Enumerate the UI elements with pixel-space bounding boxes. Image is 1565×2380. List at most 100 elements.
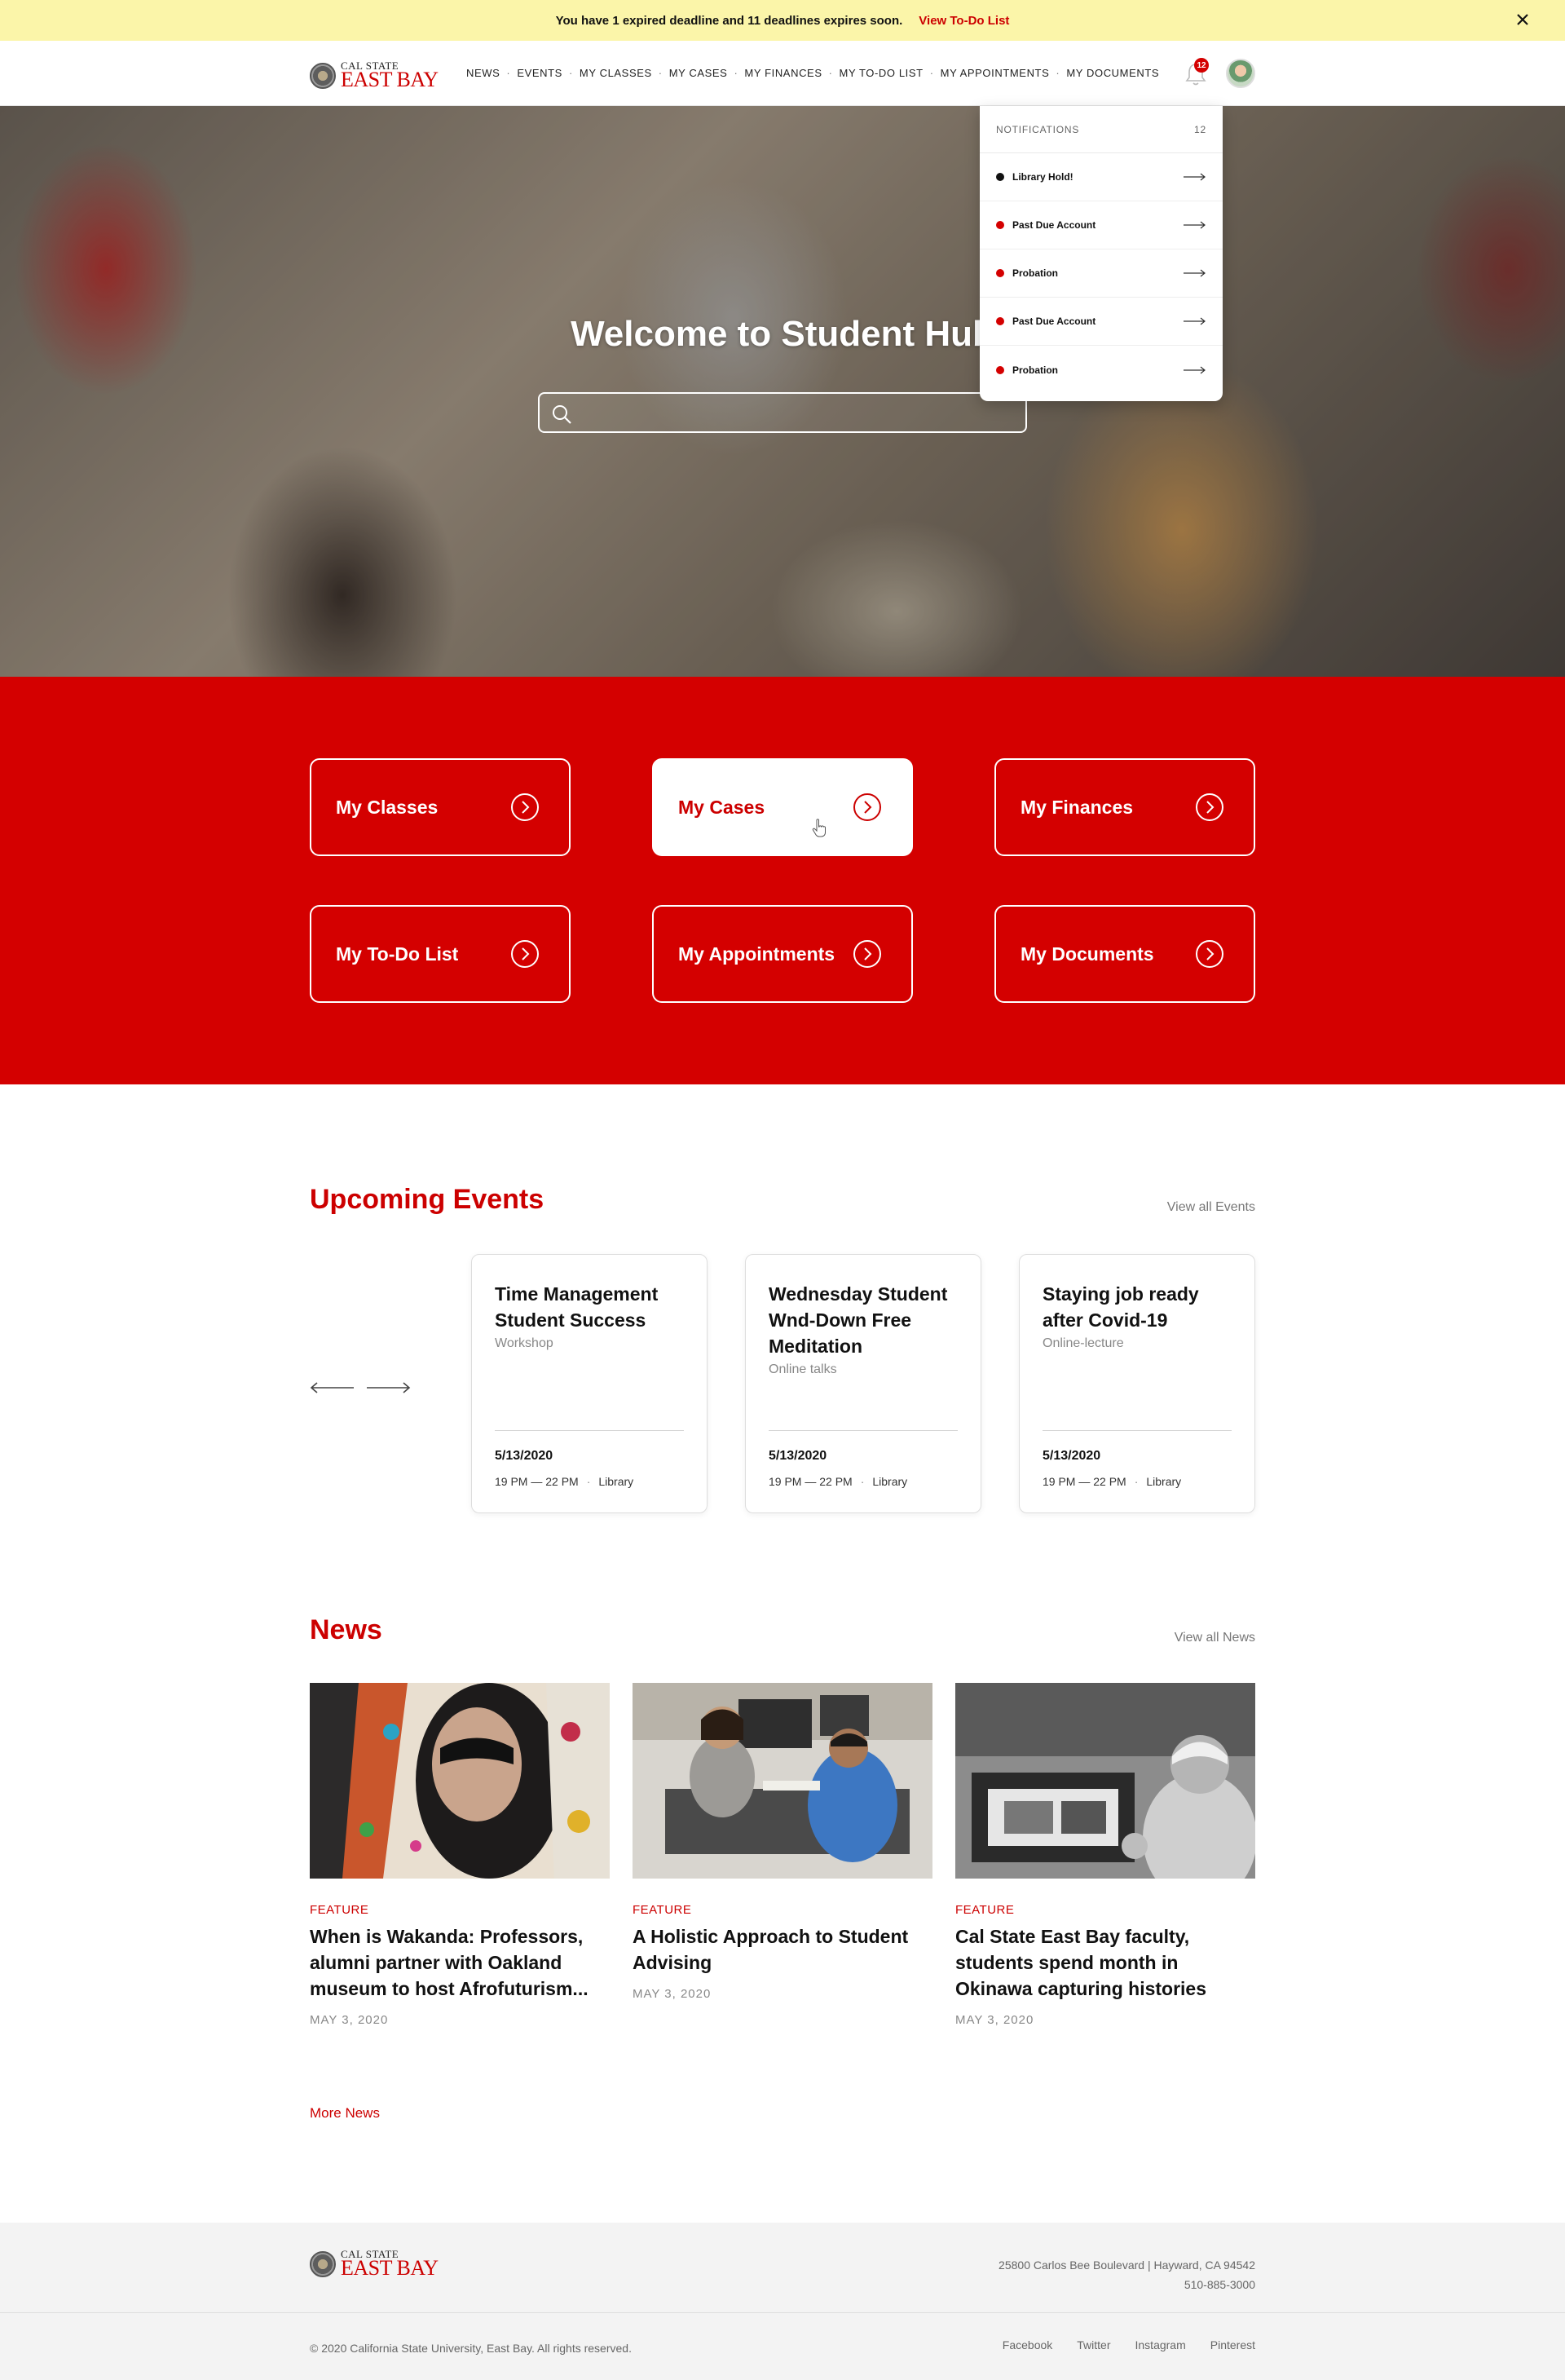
my-classes-button[interactable]: My Classes — [310, 758, 571, 856]
status-dot-icon — [996, 221, 1004, 229]
event-location: Library — [872, 1475, 908, 1488]
my-cases-label: My Cases — [678, 796, 765, 818]
event-type: Workshop — [495, 1336, 553, 1350]
nav-news[interactable]: NEWS — [466, 67, 500, 79]
nav-events[interactable]: EVENTS — [517, 67, 562, 79]
more-news-link[interactable]: More News — [310, 2105, 380, 2122]
chevron-right-circle-icon — [511, 940, 539, 968]
event-time: 19 PM — 22 PM — [1043, 1475, 1126, 1488]
news-image[interactable] — [955, 1683, 1255, 1879]
event-card[interactable]: Staying job ready after Covid-19 Online-… — [1019, 1254, 1255, 1513]
notification-count-badge: 12 — [1194, 58, 1209, 73]
event-type: Online-lecture — [1043, 1336, 1124, 1350]
footer-address: 25800 Carlos Bee Boulevard | Hayward, CA… — [999, 2255, 1255, 2294]
event-title: Staying job ready after Covid-19 — [1043, 1283, 1199, 1331]
footer-logo[interactable]: CAL STATE EAST BAY — [310, 2249, 439, 2279]
news-title[interactable]: Cal State East Bay faculty, students spe… — [955, 1923, 1255, 2002]
nav-my-documents[interactable]: MY DOCUMENTS — [1066, 67, 1159, 79]
arrow-right-icon — [1184, 221, 1206, 229]
event-title: Time Management Student Success — [495, 1283, 659, 1331]
arrow-right-icon[interactable] — [367, 1381, 411, 1394]
news-category: FEATURE — [310, 1903, 369, 1917]
news-card[interactable]: FEATURE When is Wakanda: Professors, alu… — [310, 1683, 610, 2027]
news-card[interactable]: FEATURE A Holistic Approach to Student A… — [633, 1683, 932, 2001]
my-finances-button[interactable]: My Finances — [994, 758, 1255, 856]
event-date: 5/13/2020 — [769, 1449, 827, 1463]
notification-item[interactable]: Probation — [980, 346, 1223, 394]
my-todo-list-button[interactable]: My To-Do List — [310, 905, 571, 1003]
status-dot-icon — [996, 173, 1004, 181]
nav-my-cases[interactable]: MY CASES — [669, 67, 728, 79]
twitter-link[interactable]: Twitter — [1077, 2338, 1110, 2351]
event-time: 19 PM — 22 PM — [495, 1475, 579, 1488]
main-nav: NEWS · EVENTS · MY CLASSES · MY CASES · MY F… — [466, 67, 1160, 79]
my-cases-button[interactable]: My Cases — [652, 758, 913, 856]
events-section-title: Upcoming Events — [310, 1184, 544, 1215]
arrow-right-icon — [1184, 366, 1206, 373]
chevron-right-circle-icon — [853, 940, 881, 968]
cursor-hand-icon — [812, 819, 826, 837]
news-card[interactable]: FEATURE Cal State East Bay faculty, stud… — [955, 1683, 1255, 2027]
chevron-right-circle-icon — [1196, 793, 1223, 821]
search-input[interactable] — [540, 394, 1025, 431]
my-documents-label: My Documents — [1021, 943, 1154, 965]
event-location: Library — [598, 1475, 634, 1488]
facebook-link[interactable]: Facebook — [1003, 2338, 1052, 2351]
logo-line-2: EAST BAY — [341, 68, 439, 91]
my-documents-button[interactable]: My Documents — [994, 905, 1255, 1003]
phone-number: 510-885-3000 — [1184, 2278, 1255, 2291]
pinterest-link[interactable]: Pinterest — [1210, 2338, 1255, 2351]
news-title[interactable]: A Holistic Approach to Student Advising — [633, 1923, 932, 1976]
nav-my-appointments[interactable]: MY APPOINTMENTS — [941, 67, 1050, 79]
arrow-right-icon — [1184, 317, 1206, 325]
alert-banner: You have 1 expired deadline and 11 deadl… — [0, 0, 1565, 41]
my-classes-label: My Classes — [336, 796, 439, 818]
notification-item[interactable]: Past Due Account — [980, 201, 1223, 249]
event-date: 5/13/2020 — [495, 1449, 553, 1463]
news-title[interactable]: When is Wakanda: Professors, alumni part… — [310, 1923, 610, 2002]
view-todo-link[interactable]: View To-Do List — [919, 14, 1009, 28]
my-appointments-button[interactable]: My Appointments — [652, 905, 913, 1003]
event-location: Library — [1146, 1475, 1182, 1488]
notifications-heading: NOTIFICATIONS — [996, 123, 1080, 135]
status-dot-icon — [996, 317, 1004, 325]
notifications-dropdown: NOTIFICATIONS 12 Library Hold! Past Due … — [980, 106, 1223, 401]
hero-title: Welcome to Student Hub — [571, 314, 994, 354]
news-image[interactable] — [633, 1683, 932, 1879]
logo-line-2: EAST BAY — [341, 2256, 439, 2280]
view-all-news-link[interactable]: View all News — [1175, 1631, 1255, 1645]
event-card[interactable]: Wednesday Student Wnd-Down Free Meditati… — [745, 1254, 981, 1513]
instagram-link[interactable]: Instagram — [1135, 2338, 1186, 2351]
avatar[interactable] — [1226, 59, 1255, 88]
chevron-right-circle-icon — [1196, 940, 1223, 968]
news-category: FEATURE — [955, 1903, 1015, 1917]
search-icon — [553, 405, 571, 424]
social-links: Facebook Twitter Instagram Pinterest — [1003, 2338, 1255, 2351]
hero-search[interactable] — [538, 392, 1027, 433]
address-line: 25800 Carlos Bee Boulevard | Hayward, CA… — [999, 2259, 1255, 2272]
status-dot-icon — [996, 269, 1004, 277]
news-date: MAY 3, 2020 — [633, 1987, 712, 2001]
view-all-events-link[interactable]: View all Events — [1167, 1200, 1255, 1215]
hero-banner: Welcome to Student Hub — [0, 106, 1565, 677]
logo[interactable]: CAL STATE EAST BAY — [310, 60, 439, 91]
status-dot-icon — [996, 365, 1004, 374]
news-image[interactable] — [310, 1683, 610, 1879]
site-header: CAL STATE EAST BAY NEWS · EVENTS · MY CLAS… — [0, 41, 1565, 106]
nav-my-todo-list[interactable]: MY TO-DO LIST — [840, 67, 924, 79]
notification-item[interactable]: Past Due Account — [980, 298, 1223, 346]
news-category: FEATURE — [633, 1903, 692, 1917]
quick-links-section: My Classes My Cases My Finances My To-Do… — [0, 677, 1565, 1084]
nav-my-classes[interactable]: MY CLASSES — [580, 67, 652, 79]
notification-item[interactable]: Library Hold! — [980, 153, 1223, 201]
arrow-left-icon[interactable] — [310, 1381, 354, 1394]
alert-message: You have 1 expired deadline and 11 deadl… — [555, 13, 903, 28]
chevron-right-circle-icon — [853, 793, 881, 821]
close-icon[interactable] — [1513, 10, 1532, 29]
notifications-button[interactable]: 12 — [1184, 58, 1209, 87]
event-card[interactable]: Time Management Student Success Workshop… — [471, 1254, 708, 1513]
arrow-right-icon — [1184, 269, 1206, 277]
nav-my-finances[interactable]: MY FINANCES — [744, 67, 822, 79]
notification-item[interactable]: Probation — [980, 249, 1223, 298]
news-date: MAY 3, 2020 — [955, 2013, 1034, 2027]
